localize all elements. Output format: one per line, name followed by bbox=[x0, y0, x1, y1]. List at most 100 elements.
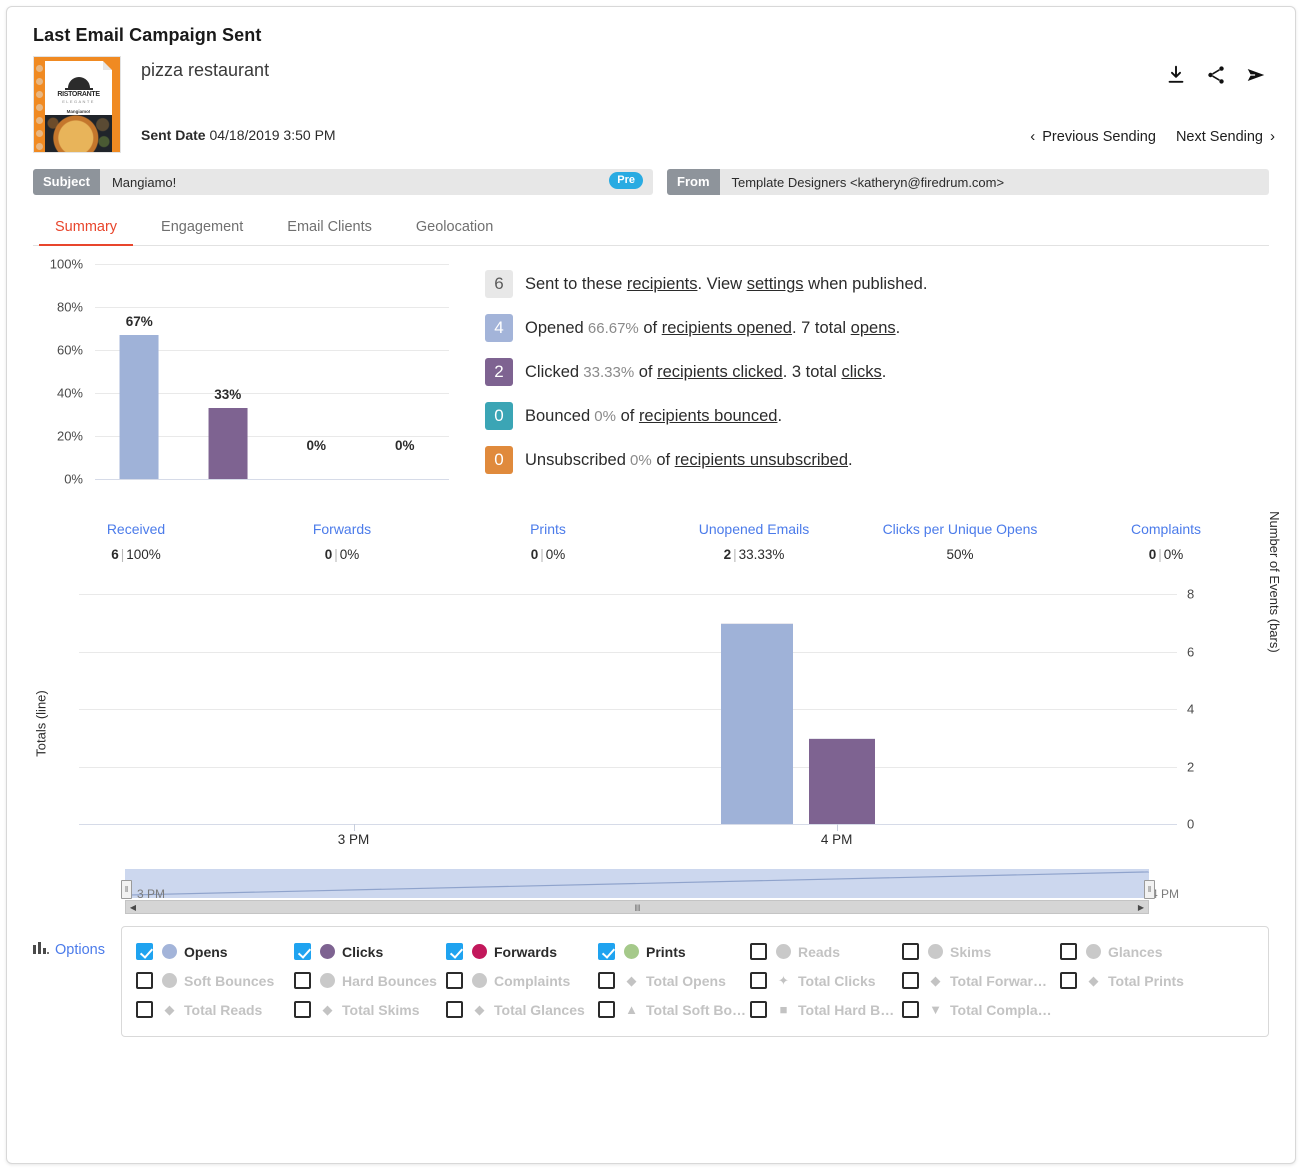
checkbox[interactable] bbox=[136, 972, 153, 989]
options-label[interactable]: Options bbox=[55, 942, 105, 958]
tab-engagement[interactable]: Engagement bbox=[139, 213, 265, 245]
thumbnail-dots bbox=[35, 65, 44, 150]
stat-link[interactable]: opens bbox=[851, 319, 896, 337]
checkbox[interactable] bbox=[294, 972, 311, 989]
option-total-reads[interactable]: ◆ Total Reads bbox=[132, 995, 290, 1024]
timeseries-bar-opens[interactable] bbox=[721, 622, 793, 824]
timeseries-xtick-label: 3 PM bbox=[337, 832, 370, 847]
scrollbar-grip[interactable]: ‖‖ bbox=[634, 903, 641, 913]
timeseries-bar-clicks[interactable] bbox=[809, 737, 876, 824]
bar[interactable] bbox=[119, 334, 159, 479]
share-icon[interactable] bbox=[1205, 64, 1227, 86]
scroll-right-arrow[interactable]: ▶ bbox=[1134, 901, 1148, 913]
metric-separator: | bbox=[1158, 547, 1162, 562]
tab-email-clients[interactable]: Email Clients bbox=[265, 213, 394, 245]
checkbox[interactable] bbox=[446, 972, 463, 989]
send-icon[interactable] bbox=[1245, 64, 1267, 86]
checkbox[interactable] bbox=[1060, 943, 1077, 960]
option-total-hard-b[interactable]: ■ Total Hard B… bbox=[746, 995, 898, 1024]
stat-link[interactable]: recipients bounced bbox=[639, 407, 778, 425]
tab-geolocation[interactable]: Geolocation bbox=[394, 213, 515, 245]
checkbox[interactable] bbox=[136, 1001, 153, 1018]
stat-link[interactable]: settings bbox=[747, 275, 804, 293]
option-forwards[interactable]: Forwards bbox=[442, 937, 594, 966]
stat-link[interactable]: recipients clicked bbox=[657, 363, 783, 381]
series-color-dot bbox=[320, 944, 335, 959]
checkbox[interactable] bbox=[750, 972, 767, 989]
stat-link[interactable]: recipients opened bbox=[662, 319, 792, 337]
checkbox[interactable] bbox=[902, 972, 919, 989]
campaign-thumbnail[interactable]: RISTORANTE ELEGANTE Mangiamo! bbox=[33, 56, 121, 153]
metric-label[interactable]: Forwards bbox=[239, 521, 445, 537]
checkbox[interactable] bbox=[136, 943, 153, 960]
tab-label: Email Clients bbox=[287, 219, 372, 235]
option-glances[interactable]: Glances bbox=[1056, 937, 1166, 966]
option-total-skims[interactable]: ◆ Total Skims bbox=[290, 995, 442, 1024]
checkbox[interactable] bbox=[902, 943, 919, 960]
stat-text-part: of bbox=[638, 318, 662, 337]
option-total-clicks[interactable]: ✦ Total Clicks bbox=[746, 966, 898, 995]
option-label: Total Hard B… bbox=[798, 1001, 895, 1018]
stat-link[interactable]: recipients bbox=[627, 275, 698, 293]
checkbox[interactable] bbox=[598, 972, 615, 989]
option-clicks[interactable]: Clicks bbox=[290, 937, 442, 966]
option-opens[interactable]: Opens bbox=[132, 937, 290, 966]
option-label: Clicks bbox=[342, 943, 384, 960]
preview-badge[interactable]: Pre bbox=[609, 172, 643, 189]
metric-label[interactable]: Clicks per Unique Opens bbox=[857, 521, 1063, 537]
option-total-prints[interactable]: ◆ Total Prints bbox=[1056, 966, 1188, 995]
navigator-handle-left[interactable]: ‖ bbox=[121, 880, 132, 899]
stat-text-part: when published. bbox=[803, 274, 928, 293]
navigator-handle-right[interactable]: ‖ bbox=[1144, 880, 1155, 899]
checkbox[interactable] bbox=[294, 1001, 311, 1018]
option-total-forwar[interactable]: ◆ Total Forwar… bbox=[898, 966, 1056, 995]
campaign-thumbnail-wrap: RISTORANTE ELEGANTE Mangiamo! bbox=[33, 52, 121, 153]
tab-summary[interactable]: Summary bbox=[33, 213, 139, 246]
series-marker-diamond-icon: ◆ bbox=[322, 1001, 333, 1017]
checkbox[interactable] bbox=[750, 1001, 767, 1018]
metric-label[interactable]: Complaints bbox=[1063, 521, 1269, 537]
option-hard-bounces[interactable]: Hard Bounces bbox=[290, 966, 442, 995]
checkbox[interactable] bbox=[902, 1001, 919, 1018]
checkbox[interactable] bbox=[598, 1001, 615, 1018]
metric-value: 0 | 0% bbox=[445, 537, 651, 562]
checkbox[interactable] bbox=[598, 943, 615, 960]
previous-sending-link[interactable]: ‹ Previous Sending bbox=[1030, 128, 1156, 145]
series-color-dot bbox=[320, 973, 335, 988]
option-total-opens[interactable]: ◆ Total Opens bbox=[594, 966, 746, 995]
scroll-left-arrow[interactable]: ◀ bbox=[126, 901, 140, 913]
next-sending-label: Next Sending bbox=[1175, 128, 1263, 145]
checkbox[interactable] bbox=[1060, 972, 1077, 989]
option-total-compla[interactable]: ▼ Total Compla… bbox=[898, 995, 1056, 1024]
option-total-glances[interactable]: ◆ Total Glances bbox=[442, 995, 594, 1024]
option-reads[interactable]: Reads bbox=[746, 937, 898, 966]
next-sending-link[interactable]: Next Sending › bbox=[1176, 128, 1275, 145]
metric-label[interactable]: Prints bbox=[445, 521, 651, 537]
option-soft-bounces[interactable]: Soft Bounces bbox=[132, 966, 290, 995]
timeline-navigator[interactable]: ‖ 3 PM ‖ 4 PM ◀ ▶ ‖‖ bbox=[33, 862, 1269, 914]
stat-link[interactable]: clicks bbox=[841, 363, 881, 381]
checkbox[interactable] bbox=[446, 943, 463, 960]
navigator-scrollbar[interactable]: ◀ ▶ ‖‖ bbox=[125, 900, 1149, 914]
checkbox[interactable] bbox=[750, 943, 767, 960]
bar[interactable] bbox=[208, 408, 248, 479]
from-field[interactable]: From Template Designers <katheryn@firedr… bbox=[667, 169, 1269, 195]
thumbnail-photo bbox=[45, 115, 112, 152]
navigator-band[interactable] bbox=[125, 868, 1149, 898]
option-skims[interactable]: Skims bbox=[898, 937, 1056, 966]
option-label: Total Skims bbox=[342, 1001, 420, 1018]
checkbox[interactable] bbox=[446, 1001, 463, 1018]
stat-link[interactable]: recipients unsubscribed bbox=[675, 451, 848, 469]
series-marker-diamond-icon: ◆ bbox=[474, 1001, 485, 1017]
download-icon[interactable] bbox=[1165, 64, 1187, 86]
metric-label[interactable]: Received bbox=[33, 521, 239, 537]
checkbox[interactable] bbox=[294, 943, 311, 960]
series-marker-diamond-icon: ◆ bbox=[164, 1001, 175, 1017]
series-color-dot bbox=[776, 944, 791, 959]
stat-text: Sent to these recipients. View settings … bbox=[525, 275, 927, 294]
metric-label[interactable]: Unopened Emails bbox=[651, 521, 857, 537]
option-total-soft-bo[interactable]: ▲ Total Soft Bo… bbox=[594, 995, 746, 1024]
option-complaints[interactable]: Complaints bbox=[442, 966, 594, 995]
option-prints[interactable]: Prints bbox=[594, 937, 746, 966]
subject-field[interactable]: Subject Mangiamo! Pre bbox=[33, 169, 653, 195]
